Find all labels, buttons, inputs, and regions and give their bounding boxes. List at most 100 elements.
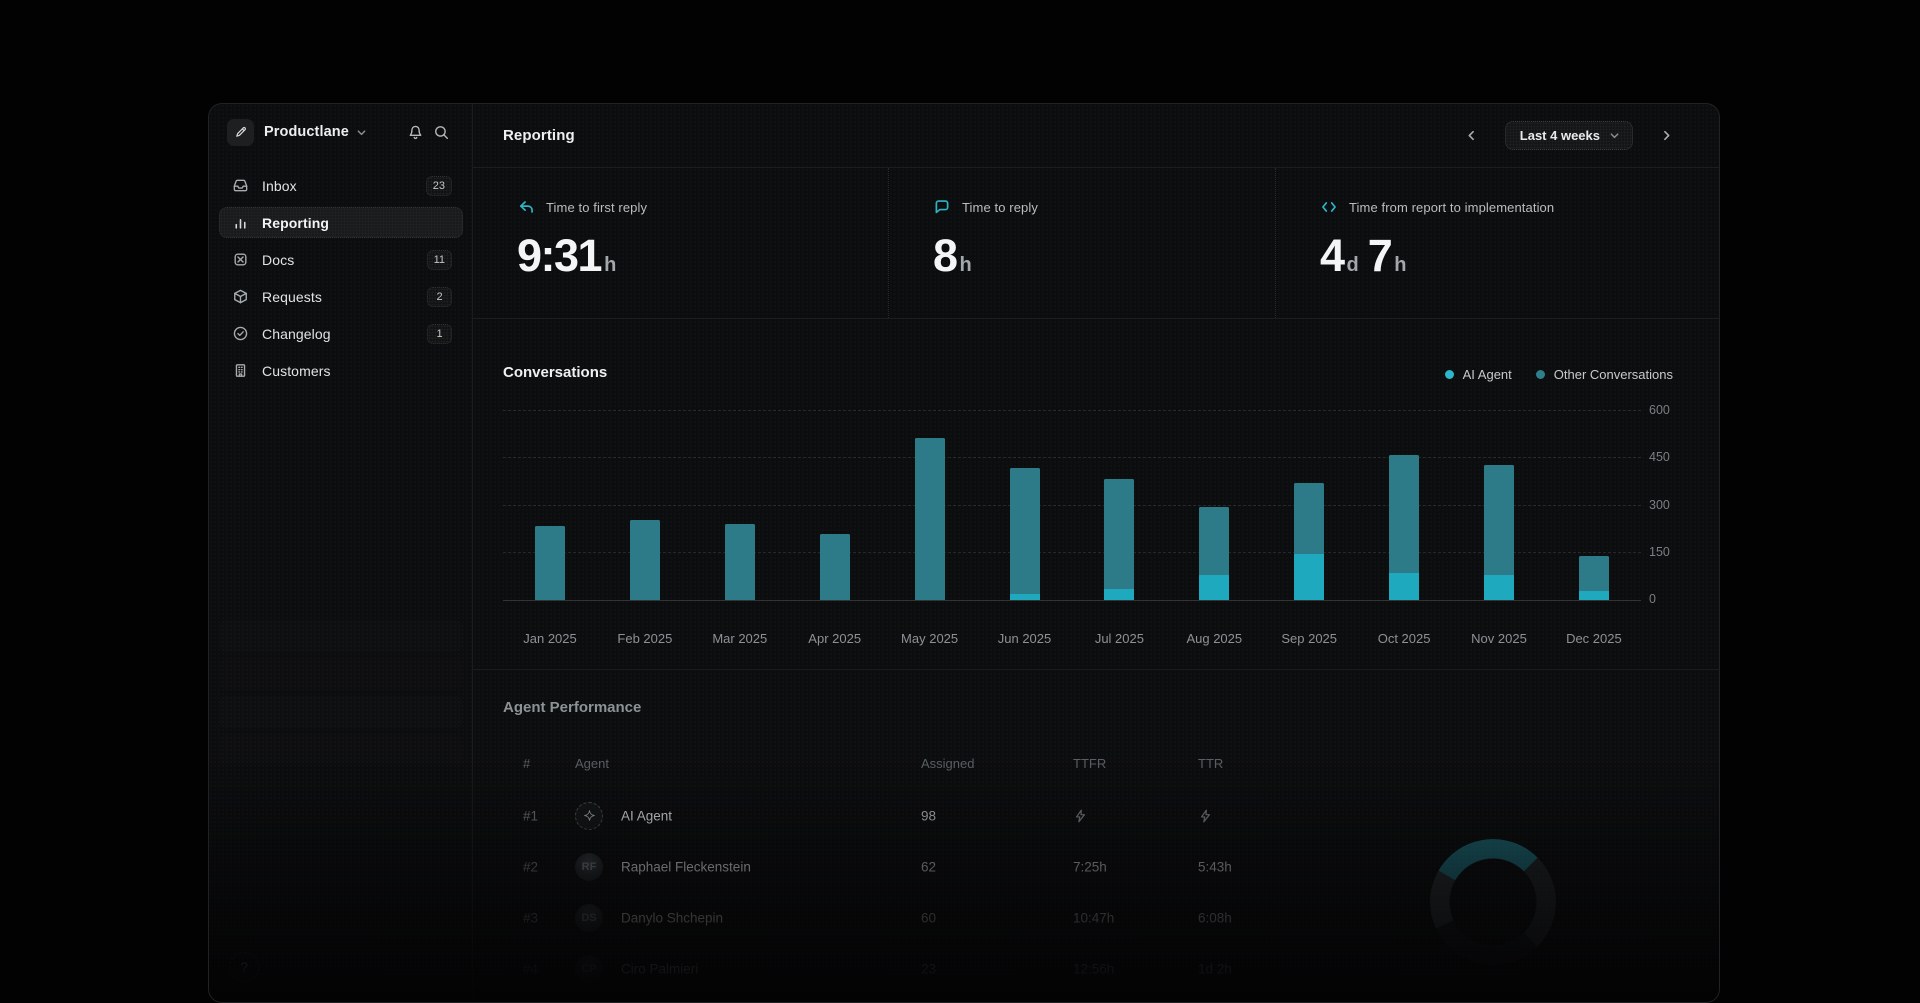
chart-bar-may	[915, 438, 945, 600]
sidebar-item-label: Docs	[262, 252, 294, 268]
help-button[interactable]: ?	[229, 952, 259, 982]
pen-icon	[234, 125, 248, 139]
bar-segment-ai-agent	[1389, 573, 1419, 600]
bar-segment-ai-agent	[1579, 591, 1609, 600]
sidebar-skeleton-row	[219, 734, 463, 766]
agent-name: Ciro Palmieri	[621, 961, 698, 976]
legend-item: Other Conversations	[1536, 367, 1673, 382]
table-row[interactable]: #4CPCiro Palmieri2312:56h1d 2h	[473, 943, 1720, 994]
building-icon	[232, 362, 249, 379]
stat-card-0: Time to first reply 9:31h	[473, 168, 888, 318]
workspace-logo[interactable]	[227, 119, 254, 146]
rank-cell: #1	[523, 808, 538, 823]
notifications-button[interactable]	[402, 119, 428, 145]
stat-unit: h	[1394, 254, 1406, 277]
bar-chart-icon	[232, 214, 249, 231]
agent-performance-title: Agent Performance	[503, 699, 641, 716]
y-axis-label: 600	[1649, 403, 1699, 417]
sidebar-item-label: Reporting	[262, 215, 329, 231]
column-header-ttr: TTR	[1198, 756, 1223, 771]
sidebar-item-badge: 23	[426, 176, 452, 196]
column-header-agent: Agent	[575, 756, 609, 771]
column-header-ttfr: TTFR	[1073, 756, 1106, 771]
bar-segment-ai-agent	[1199, 575, 1229, 600]
stat-header: Time to first reply	[517, 198, 888, 216]
sidebar-item-reporting[interactable]: Reporting	[219, 207, 463, 238]
chart-gridline	[503, 457, 1641, 458]
stat-value: 4d7h	[1320, 230, 1720, 282]
chart-bar-jun	[1010, 468, 1040, 600]
conversations-section-title: Conversations	[503, 364, 607, 381]
lightning-icon	[1073, 808, 1088, 823]
ttr-cell	[1198, 808, 1213, 823]
stat-value-part: 4d	[1320, 230, 1359, 282]
agent-name: AI Agent	[621, 808, 672, 823]
sidebar-skeleton-row	[219, 620, 463, 652]
lightning-icon	[1198, 808, 1213, 823]
stat-value: 9:31h	[517, 230, 888, 282]
sidebar-item-label: Customers	[262, 363, 331, 379]
table-row[interactable]: #3DSDanylo Shchepin6010:47h6:08h	[473, 892, 1720, 943]
page-title: Reporting	[503, 127, 575, 144]
ttr-cell: 5:43h	[1198, 859, 1232, 874]
search-button[interactable]	[428, 119, 454, 145]
chevron-right-icon	[1660, 129, 1673, 142]
y-axis-label: 0	[1649, 592, 1699, 606]
stat-value: 8h	[933, 230, 1275, 282]
bar-segment-ai-agent	[1484, 575, 1514, 600]
stat-header: Time to reply	[933, 198, 1275, 216]
chart-gridline	[503, 410, 1641, 411]
assigned-cell: 60	[921, 910, 936, 925]
x-axis-label: Jun 2025	[980, 631, 1070, 646]
date-range-select[interactable]: Last 4 weeks	[1505, 121, 1633, 150]
cube-icon	[232, 288, 249, 305]
agent-name: Raphael Fleckenstein	[621, 859, 751, 874]
chart-gridline	[503, 552, 1641, 553]
bar-segment-ai-agent	[1010, 594, 1040, 600]
reply-arrow-icon	[517, 198, 535, 216]
sidebar-item-requests[interactable]: Requests2	[219, 281, 463, 312]
sidebar-item-changelog[interactable]: Changelog1	[219, 318, 463, 349]
column-header-rank: #	[523, 756, 530, 771]
main-area: Reporting Last 4 weeks	[473, 104, 1720, 1002]
x-axis-label: Mar 2025	[695, 631, 785, 646]
stat-label: Time to reply	[962, 200, 1038, 215]
prev-period-button[interactable]	[1459, 123, 1485, 149]
rank-cell: #2	[523, 859, 538, 874]
stats-row: Time to first reply9:31hTime to reply8hT…	[473, 168, 1720, 319]
avatar: RF	[575, 853, 603, 881]
stat-card-2: Time from report to implementation4d7h	[1275, 168, 1720, 318]
x-axis-label: Nov 2025	[1454, 631, 1544, 646]
rank-cell: #3	[523, 910, 538, 925]
workspace-name[interactable]: Productlane	[264, 124, 349, 140]
code-brackets-icon	[1320, 198, 1338, 216]
next-period-button[interactable]	[1653, 123, 1679, 149]
assigned-cell: 98	[921, 808, 936, 823]
chart-bar-feb	[630, 520, 660, 600]
legend-label: Other Conversations	[1554, 367, 1673, 382]
rank-cell: #4	[523, 961, 538, 976]
chevron-down-icon[interactable]	[356, 127, 367, 138]
chart-bar-dec	[1579, 556, 1609, 600]
x-axis-label: Oct 2025	[1359, 631, 1449, 646]
sidebar-item-customers[interactable]: Customers	[219, 355, 463, 386]
x-axis-label: Dec 2025	[1549, 631, 1639, 646]
avatar: CP	[575, 955, 603, 983]
table-row[interactable]: #2RFRaphael Fleckenstein627:25h5:43h	[473, 841, 1720, 892]
chart-bar-apr	[820, 534, 850, 600]
docs-icon	[232, 251, 249, 268]
chart-bar-nov	[1484, 465, 1514, 600]
stat-number: 9:31	[517, 230, 601, 282]
x-axis-label: Feb 2025	[600, 631, 690, 646]
sidebar-item-inbox[interactable]: Inbox23	[219, 170, 463, 201]
x-axis-label: Aug 2025	[1169, 631, 1259, 646]
stat-card-1: Time to reply 8h	[888, 168, 1275, 318]
stat-value-part: 9:31h	[517, 230, 616, 282]
ttfr-cell: 12:56h	[1073, 961, 1114, 976]
sidebar-item-label: Requests	[262, 289, 322, 305]
stat-number: 8	[933, 230, 957, 282]
x-axis-label: Sep 2025	[1264, 631, 1354, 646]
x-axis-label: Jan 2025	[505, 631, 595, 646]
sidebar-item-docs[interactable]: Docs11	[219, 244, 463, 275]
table-row[interactable]: #1 AI Agent 98	[473, 790, 1720, 841]
